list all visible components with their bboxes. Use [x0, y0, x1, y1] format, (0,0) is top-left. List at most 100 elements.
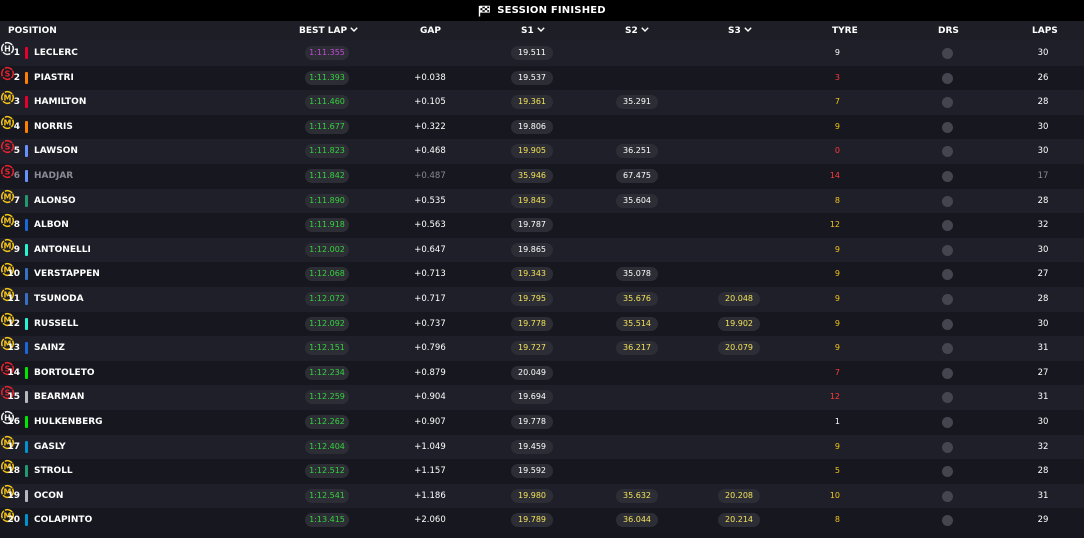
header-s2[interactable]: S2 [625, 21, 649, 41]
table-row[interactable]: 5 LAWSON 1:11.823 +0.468 19.905 36.251 0 S 30 [0, 139, 1084, 164]
table-row[interactable]: 10 VERSTAPPEN 1:12.068 +0.713 19.343 35.078 9 M… [0, 262, 1084, 287]
drs-indicator [942, 343, 953, 355]
position-number: 4 [13, 121, 20, 132]
driver-name: HAMILTON [34, 97, 87, 108]
position-number: 8 [13, 220, 20, 231]
drs-indicator [942, 72, 953, 84]
sector-1-time: 19.980 [511, 488, 553, 503]
driver-name: HADJAR [34, 170, 74, 181]
best-lap-time: 1:11.355 [305, 46, 349, 60]
table-row[interactable]: 9 ANTONELLI 1:12.002 +0.647 19.865 9 M 30 [0, 237, 1084, 263]
laps-count: 32 [1037, 220, 1049, 231]
position-number: 3 [13, 97, 20, 108]
sector-3-time: 20.214 [718, 513, 760, 528]
table-row[interactable]: 19 OCON 1:12.541 +1.186 19.980 35.632 20.208 10… [0, 483, 1084, 509]
sector-2-time: 36.251 [616, 144, 658, 159]
best-lap-time: 1:12.234 [305, 365, 349, 380]
header-best-lap[interactable]: BEST LAP [299, 21, 358, 41]
header-s1[interactable]: S1 [521, 21, 545, 41]
table-row[interactable]: 3 HAMILTON 1:11.460 +0.105 19.361 35.291 7 M 28 [0, 90, 1084, 115]
table-row[interactable]: 13 SAINZ 1:12.151 +0.796 19.727 36.217 20.079 9… [0, 336, 1084, 361]
position-number: 1 [13, 48, 20, 58]
table-row[interactable]: 18 STROLL 1:12.512 +1.157 19.592 5 M 28 [0, 459, 1084, 484]
table-row[interactable]: 16 HULKENBERG 1:12.262 +0.907 19.778 1 H 30 [0, 409, 1084, 435]
team-color-bar [25, 169, 28, 182]
chevron-down-icon [641, 27, 649, 32]
driver-name: VERSTAPPEN [34, 269, 100, 280]
table-row[interactable]: 14 BORTOLETO 1:12.234 +0.879 20.049 7 S 27 [0, 360, 1084, 386]
best-lap-time: 1:12.404 [305, 439, 349, 454]
drs-indicator [942, 441, 953, 453]
sector-1-time: 19.778 [511, 414, 553, 429]
gap-value: +0.468 [414, 146, 446, 157]
position-number: 5 [13, 146, 20, 157]
tyre-age: 9 [834, 269, 840, 279]
tyre-age: 8 [834, 515, 840, 525]
checkered-flag-icon [478, 5, 491, 16]
table-row[interactable]: 7 ALONSO 1:11.890 +0.535 19.845 35.604 8 M 28 [0, 188, 1084, 214]
laps-count: 30 [1037, 146, 1049, 157]
sector-1-time: 19.537 [511, 70, 553, 85]
gap-value: +0.487 [414, 170, 446, 181]
team-color-bar [25, 366, 28, 379]
sector-1-time: 19.727 [511, 341, 553, 356]
team-color-bar [25, 465, 28, 478]
driver-name: LAWSON [34, 146, 78, 157]
team-color-bar [25, 243, 28, 256]
header-s3[interactable]: S3 [728, 21, 752, 41]
laps-count: 29 [1037, 515, 1049, 526]
gap-value: +0.879 [414, 367, 446, 378]
gap-value: +0.737 [414, 318, 446, 329]
gap-value: +0.647 [414, 244, 446, 255]
table-row[interactable]: 17 GASLY 1:12.404 +1.049 19.459 9 M 32 [0, 434, 1084, 460]
sector-1-time: 19.592 [511, 464, 553, 479]
best-lap-time: 1:11.460 [305, 95, 349, 110]
driver-name: BEARMAN [34, 392, 85, 403]
table-row[interactable]: 11 TSUNODA 1:12.072 +0.717 19.795 35.676 20.04… [0, 286, 1084, 312]
table-row[interactable]: 8 ALBON 1:11.918 +0.563 19.787 12 M 32 [0, 213, 1084, 238]
tyre-age: 9 [834, 48, 840, 57]
table-row[interactable]: 4 NORRIS 1:11.677 +0.322 19.806 9 M 30 [0, 114, 1084, 140]
drs-indicator [942, 515, 953, 527]
team-color-bar [25, 292, 28, 305]
driver-name: TSUNODA [34, 293, 84, 304]
table-row[interactable]: 6 HADJAR 1:11.842 +0.487 35.946 67.475 14 S 17 [0, 163, 1084, 189]
driver-name: LECLERC [34, 48, 78, 58]
tyre-age: 8 [834, 195, 840, 205]
laps-count: 30 [1037, 121, 1049, 132]
gap-value: +0.535 [414, 195, 446, 206]
position-number: 9 [13, 244, 20, 255]
position-number: 6 [13, 170, 20, 181]
table-row[interactable]: 12 RUSSELL 1:12.092 +0.737 19.778 35.514 19.90… [0, 311, 1084, 337]
sector-2-time: 35.291 [616, 95, 658, 110]
header-tyre: TYRE [832, 26, 858, 36]
table-row[interactable]: 2 PIASTRI 1:11.393 +0.038 19.537 3 S 26 [0, 65, 1084, 91]
gap-value: +0.563 [414, 220, 446, 231]
team-color-bar [25, 440, 28, 453]
table-row[interactable]: 1 LECLERC 1:11.355 19.511 9 H 30 [0, 41, 1084, 66]
team-color-bar [25, 120, 28, 133]
laps-count: 31 [1037, 343, 1049, 354]
sector-3-time: 20.208 [718, 488, 760, 503]
gap-value: +0.105 [414, 97, 446, 108]
team-color-bar [25, 514, 28, 527]
team-color-bar [25, 415, 28, 428]
table-row[interactable]: 15 BEARMAN 1:12.259 +0.904 19.694 12 S 31 [0, 385, 1084, 410]
driver-name: ALONSO [34, 195, 76, 206]
tyre-age: 5 [834, 466, 840, 476]
gap-value: +2.060 [414, 515, 446, 526]
table-row[interactable]: 20 COLAPINTO 1:13.415 +2.060 19.789 36.044 20.… [0, 508, 1084, 533]
session-status-banner: SESSION FINISHED [0, 0, 1084, 21]
best-lap-time: 1:12.259 [305, 390, 349, 405]
tyre-age: 12 [829, 392, 840, 402]
sector-1-time: 19.459 [511, 439, 553, 454]
team-color-bar [25, 489, 28, 502]
position-number: 12 [7, 318, 20, 329]
sector-1-time: 19.694 [511, 390, 553, 405]
gap-value: +1.186 [414, 490, 446, 501]
tyre-age: 1 [834, 416, 840, 426]
best-lap-time: 1:11.890 [305, 193, 349, 208]
best-lap-time: 1:11.393 [305, 70, 349, 85]
position-number: 13 [7, 343, 20, 354]
driver-name: SAINZ [34, 343, 65, 354]
